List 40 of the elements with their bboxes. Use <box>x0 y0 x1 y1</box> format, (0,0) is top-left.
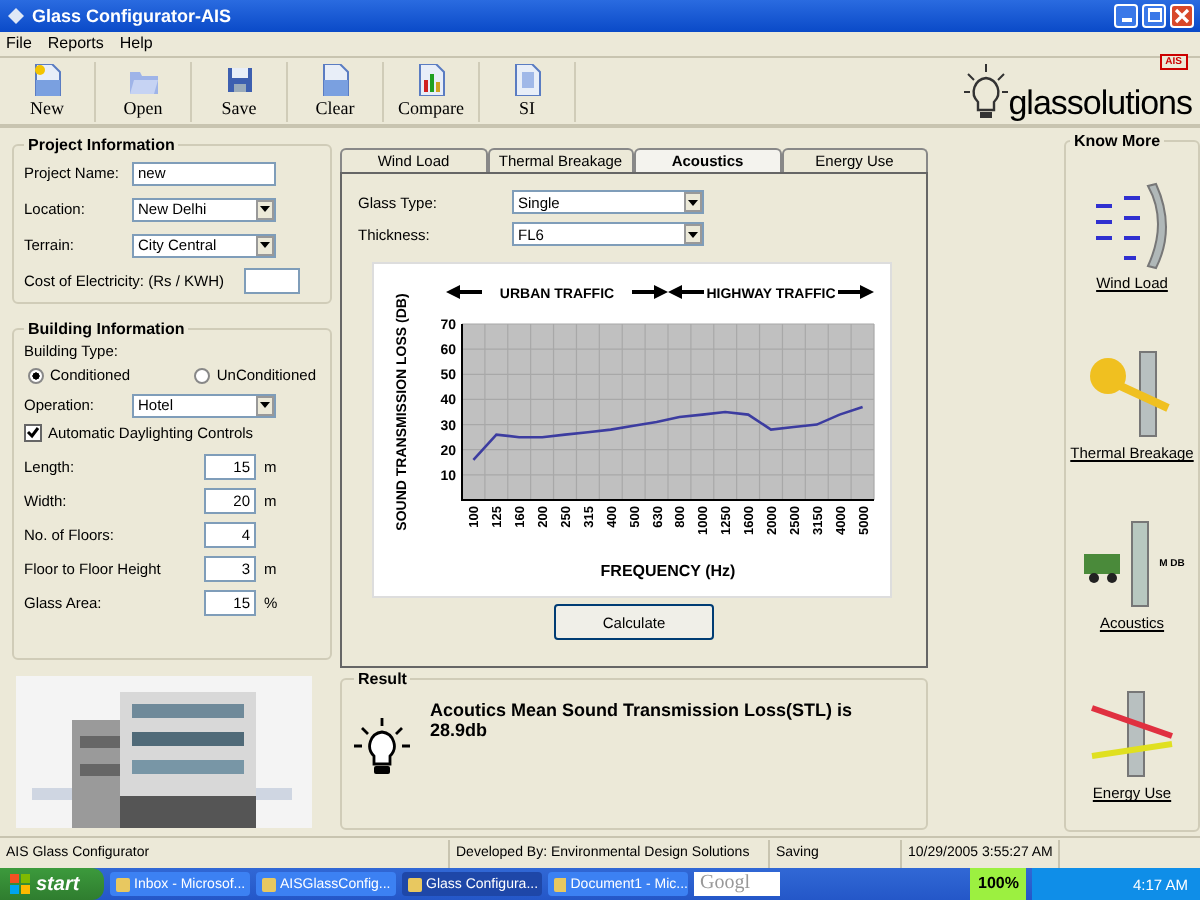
menu-item[interactable]: Help <box>119 34 153 53</box>
brand-logo: glassolutions <box>1008 85 1192 122</box>
input-field[interactable] <box>244 268 300 295</box>
toolbar-button[interactable]: New <box>0 61 96 122</box>
window-icon <box>408 877 422 891</box>
right-arrow <box>838 285 874 300</box>
left-arrow <box>668 285 704 300</box>
minimize-button[interactable] <box>1114 3 1138 28</box>
document-icon <box>513 64 541 97</box>
bar-chart-icon <box>417 64 445 97</box>
checkbox[interactable] <box>24 424 42 443</box>
toolbar-button[interactable]: Compare <box>384 61 480 122</box>
document-icon <box>33 64 61 97</box>
toolbar-button[interactable]: Clear <box>288 61 384 122</box>
panel-title: Result <box>356 670 409 689</box>
window-title: Glass Configurator-AIS <box>32 5 232 26</box>
floppy-icon <box>225 64 253 97</box>
window-icon <box>554 877 567 891</box>
toolbar-button[interactable]: SI <box>480 61 576 122</box>
menu-item[interactable]: Reports <box>47 34 104 53</box>
maximize-button[interactable] <box>1142 3 1166 28</box>
toolbar-button[interactable]: Open <box>96 61 192 122</box>
result-text: Acoutics Mean Sound Transmission Loss(STL) is 28.9db <box>430 700 855 741</box>
toolbar-button[interactable]: Save <box>192 61 288 122</box>
close-button[interactable] <box>1170 3 1194 28</box>
panel-title: Building Information <box>26 320 187 339</box>
right-arrow <box>632 285 668 300</box>
zoom-level: 100% <box>970 868 1027 900</box>
light-bulb-icon <box>964 61 1009 122</box>
start-button[interactable]: start <box>0 868 104 900</box>
menu-item[interactable]: File <box>6 34 32 53</box>
windows-logo-icon <box>10 874 30 894</box>
window-icon <box>262 877 276 891</box>
axis-title: FREQUENCY (Hz) <box>600 562 736 581</box>
window-icon <box>116 877 130 891</box>
panel-title: Project Information <box>26 136 177 155</box>
document-icon <box>321 64 349 97</box>
left-arrow <box>446 285 482 300</box>
panel-title: Know More <box>1072 132 1163 151</box>
app-icon <box>6 5 26 26</box>
